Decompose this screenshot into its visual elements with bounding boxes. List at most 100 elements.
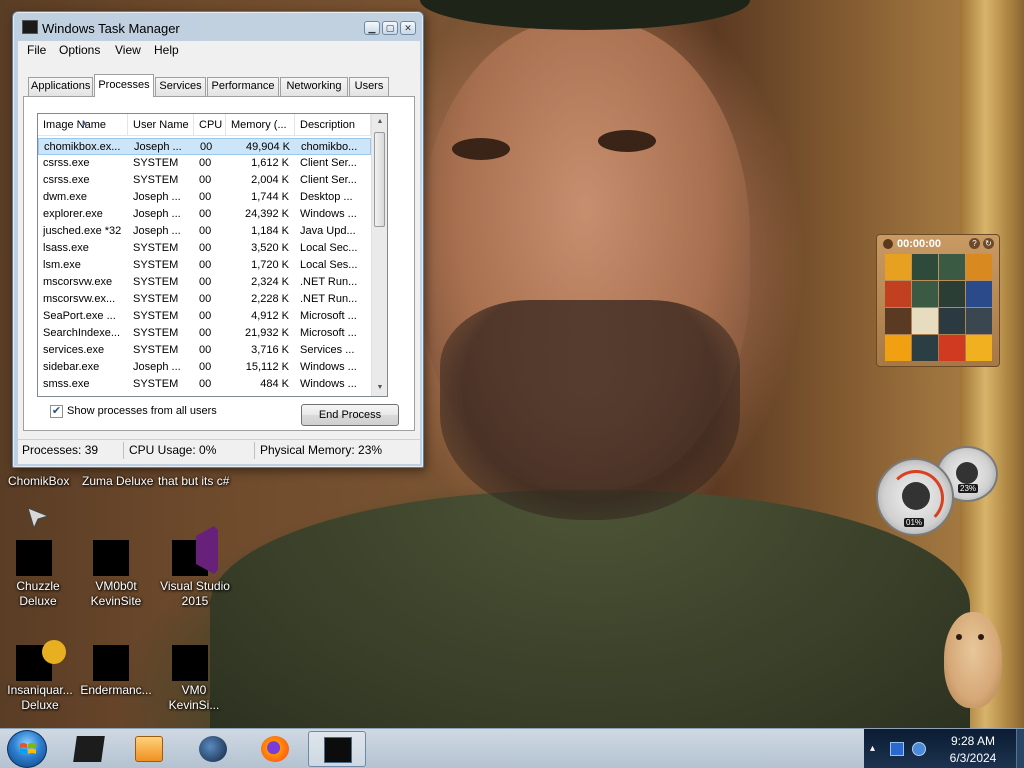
start-button[interactable]: [7, 730, 47, 768]
tab-performance[interactable]: Performance: [207, 77, 279, 96]
puzzle-tile[interactable]: [912, 254, 938, 280]
puzzle-gadget[interactable]: 00:00:00 ? ↻: [876, 234, 1000, 367]
process-row[interactable]: services.exe SYSTEM 00 3,716 K Services ...: [38, 342, 371, 359]
process-row[interactable]: csrss.exe SYSTEM 00 1,612 K Client Ser...: [38, 155, 371, 172]
process-memory-cell: 1,744 K: [251, 191, 289, 203]
end-process-button[interactable]: End Process: [301, 404, 399, 426]
process-list-scrollbar[interactable]: ▲ ▼: [371, 114, 387, 396]
desktop-label[interactable]: VM0b0t KevinSite: [84, 579, 148, 609]
column-memory[interactable]: Memory (...: [226, 114, 295, 136]
process-row[interactable]: sidebar.exe Joseph ... 00 15,112 K Windows .…: [38, 359, 371, 376]
checkbox-checked-icon[interactable]: ✔: [50, 405, 63, 418]
process-cpu-cell: 00: [199, 225, 212, 237]
task-manager-window[interactable]: Windows Task Manager ▁ ▢ ✕ File Options …: [12, 11, 424, 468]
process-cpu-cell: 00: [199, 378, 212, 390]
tab-processes[interactable]: Processes: [94, 74, 154, 97]
window-titlebar[interactable]: Windows Task Manager ▁ ▢ ✕: [13, 12, 423, 38]
taskbar-app-task-manager[interactable]: [308, 731, 366, 767]
show-desktop-button[interactable]: [1016, 729, 1024, 768]
scroll-down-icon[interactable]: ▼: [372, 380, 387, 396]
column-description[interactable]: Description: [295, 114, 371, 136]
puzzle-tile[interactable]: [912, 281, 938, 307]
menu-help[interactable]: Help: [154, 43, 179, 57]
clock-time[interactable]: 9:28 AM: [942, 734, 1004, 748]
process-row[interactable]: jusched.exe *32 Joseph ... 00 1,184 K Java U…: [38, 223, 371, 240]
scroll-up-icon[interactable]: ▲: [372, 114, 387, 130]
tab-services[interactable]: Services: [155, 77, 206, 96]
desktop-label-chomikbox[interactable]: ChomikBox: [8, 474, 69, 489]
blackbox-icon: [73, 736, 105, 762]
puzzle-tile[interactable]: [966, 281, 992, 307]
network-icon[interactable]: [890, 742, 904, 756]
process-row[interactable]: csrss.exe SYSTEM 00 2,004 K Client Ser...: [38, 172, 371, 189]
taskbar-app-firefox[interactable]: [246, 731, 304, 767]
tab-users[interactable]: Users: [349, 77, 389, 96]
process-description-cell: Windows ...: [300, 208, 357, 220]
process-row[interactable]: smss.exe SYSTEM 00 484 K Windows ...: [38, 376, 371, 393]
menu-view[interactable]: View: [115, 43, 141, 57]
puzzle-tile[interactable]: [885, 254, 911, 280]
puzzle-tile[interactable]: [966, 308, 992, 334]
process-list[interactable]: Image Name ▲ User Name CPU Memory (... De…: [37, 113, 388, 397]
show-hidden-icons-icon[interactable]: ▴: [870, 742, 884, 756]
desktop-label[interactable]: Visual Studio 2015: [156, 579, 234, 609]
puzzle-tile[interactable]: [939, 281, 965, 307]
process-memory-cell: 21,932 K: [244, 327, 289, 339]
desktop-label-zuma[interactable]: Zuma Deluxe: [82, 474, 153, 489]
puzzle-tile[interactable]: [912, 335, 938, 361]
menu-options[interactable]: Options: [59, 43, 100, 57]
desktop-label[interactable]: VM0 KevinSi...: [160, 683, 228, 713]
desktop-label[interactable]: Chuzzle Deluxe: [8, 579, 68, 609]
refresh-icon[interactable]: ↻: [983, 238, 994, 249]
process-row[interactable]: explorer.exe Joseph ... 00 24,392 K Windows …: [38, 206, 371, 223]
console-icon[interactable]: [93, 645, 129, 681]
process-row[interactable]: SearchIndexe... SYSTEM 00 21,932 K Microsoft…: [38, 325, 371, 342]
process-image-cell: csrss.exe: [43, 174, 90, 186]
process-image-cell: jusched.exe *32: [43, 225, 122, 237]
taskbar-app-globe[interactable]: [184, 731, 242, 767]
column-image-name[interactable]: Image Name ▲: [38, 114, 128, 136]
clock-date[interactable]: 6/3/2024: [942, 751, 1004, 765]
puzzle-tile[interactable]: [885, 281, 911, 307]
tab-applications[interactable]: Applications: [28, 77, 93, 96]
process-row[interactable]: mscorsvw.exe SYSTEM 00 2,324 K .NET Run...: [38, 274, 371, 291]
close-button[interactable]: ✕: [400, 21, 416, 35]
scrollbar-thumb[interactable]: [374, 132, 385, 227]
puzzle-tile[interactable]: [885, 335, 911, 361]
puzzle-tile[interactable]: [885, 308, 911, 334]
vm-icon[interactable]: [172, 645, 208, 681]
hamster-gadget[interactable]: [944, 612, 1002, 708]
puzzle-tile[interactable]: [939, 335, 965, 361]
minimize-button[interactable]: ▁: [364, 21, 380, 35]
taskbar-app-blackbox[interactable]: [60, 731, 118, 767]
maximize-button[interactable]: ▢: [382, 21, 398, 35]
process-row[interactable]: lsass.exe SYSTEM 00 3,520 K Local Sec...: [38, 240, 371, 257]
chuzzle-icon[interactable]: [16, 540, 52, 576]
puzzle-tile[interactable]: [966, 335, 992, 361]
tab-networking[interactable]: Networking: [280, 77, 348, 96]
column-cpu[interactable]: CPU: [194, 114, 226, 136]
desktop-label[interactable]: Insaniquar... Deluxe: [4, 683, 76, 713]
column-user-name[interactable]: User Name: [128, 114, 194, 136]
menu-file[interactable]: File: [27, 43, 46, 57]
process-row[interactable]: chomikbox.ex... Joseph ... 00 49,904 K chomi…: [38, 138, 371, 155]
desktop-label[interactable]: Endermanc...: [80, 683, 152, 698]
meter-dial: [956, 462, 978, 484]
process-row[interactable]: mscorsvw.ex... SYSTEM 00 2,228 K .NET Run...: [38, 291, 371, 308]
puzzle-tile[interactable]: [966, 254, 992, 280]
process-cpu-cell: 00: [199, 293, 212, 305]
vm-icon[interactable]: [93, 540, 129, 576]
puzzle-tile[interactable]: [939, 254, 965, 280]
process-row[interactable]: lsm.exe SYSTEM 00 1,720 K Local Ses...: [38, 257, 371, 274]
show-all-processes-label[interactable]: Show processes from all users: [67, 405, 217, 417]
process-description-cell: Desktop ...: [300, 191, 353, 203]
desktop-label-csharp[interactable]: that but its c#: [158, 474, 229, 489]
puzzle-tile[interactable]: [939, 308, 965, 334]
process-row[interactable]: SeaPort.exe ... SYSTEM 00 4,912 K Microsoft …: [38, 308, 371, 325]
cpu-meter-gadget[interactable]: 01%: [876, 458, 954, 536]
puzzle-tile[interactable]: [912, 308, 938, 334]
process-row[interactable]: dwm.exe Joseph ... 00 1,744 K Desktop ...: [38, 189, 371, 206]
help-icon[interactable]: ?: [969, 238, 980, 249]
volume-icon[interactable]: [912, 742, 926, 756]
taskbar-app-media-player[interactable]: [120, 731, 178, 767]
